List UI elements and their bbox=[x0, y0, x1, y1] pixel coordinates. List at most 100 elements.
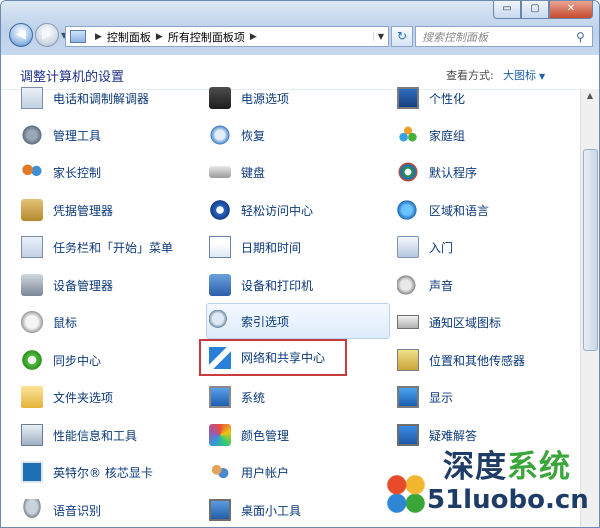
display-icon bbox=[397, 386, 419, 408]
breadcrumb-separator-icon[interactable]: ▶ bbox=[250, 32, 257, 42]
item-indexing-options[interactable]: 索引选项 bbox=[206, 303, 390, 339]
taskbar-icon bbox=[21, 236, 43, 258]
watermark-brand-part2: 系统 bbox=[507, 449, 571, 485]
item-ease-of-access[interactable]: 轻松访问中心 bbox=[209, 195, 389, 225]
item-speech-recognition[interactable]: 语音识别 bbox=[21, 495, 201, 525]
item-label: 声音 bbox=[429, 278, 454, 293]
item-parental-control[interactable]: 家长控制 bbox=[21, 157, 201, 187]
item-getting-started[interactable]: 入门 bbox=[397, 232, 577, 262]
item-performance[interactable]: 性能信息和工具 bbox=[21, 420, 201, 450]
indexing-options-icon bbox=[209, 310, 231, 332]
personalization-icon bbox=[397, 87, 419, 109]
item-mouse[interactable]: 鼠标 bbox=[21, 307, 201, 337]
chevron-down-icon[interactable]: ▼ bbox=[539, 72, 545, 81]
item-label: 区域和语言 bbox=[429, 203, 490, 218]
item-label: 个性化 bbox=[429, 91, 466, 106]
user-accounts-icon bbox=[209, 461, 231, 483]
item-notification-area[interactable]: 通知区域图标 bbox=[397, 307, 577, 337]
view-by-dropdown[interactable]: 大图标 ▼ bbox=[503, 67, 545, 83]
recovery-icon bbox=[209, 124, 231, 146]
system-icon bbox=[209, 386, 231, 408]
item-label: 网络和共享中心 bbox=[241, 351, 326, 365]
item-date-time[interactable]: 日期和时间 bbox=[209, 232, 389, 262]
item-default-programs[interactable]: 默认程序 bbox=[397, 157, 577, 187]
minimize-button[interactable]: ▭ bbox=[493, 1, 521, 19]
sync-center-icon bbox=[21, 349, 43, 371]
item-label: 性能信息和工具 bbox=[53, 428, 138, 443]
item-label: 索引选项 bbox=[241, 314, 290, 329]
intel-graphics-icon bbox=[21, 461, 43, 483]
item-label: 颜色管理 bbox=[241, 428, 290, 443]
search-input[interactable]: 搜索控制面板 bbox=[416, 29, 576, 45]
item-label: 家长控制 bbox=[53, 165, 102, 180]
power-options-icon bbox=[209, 87, 231, 109]
item-label: 日期和时间 bbox=[241, 240, 302, 255]
site-watermark: 深度系统 51luobo.cn bbox=[383, 441, 598, 525]
item-sound[interactable]: 声音 bbox=[397, 270, 577, 300]
title-bar: ▭ ▢ ✕ ◀ ▶ ▼ ▶ 控制面板 ▶ 所有控制面板项 ▶ ▼ ↻ 搜索控制面… bbox=[1, 1, 599, 55]
item-credential-manager[interactable]: 凭据管理器 bbox=[21, 195, 201, 225]
item-phone-modem[interactable]: 电话和调制解调器 bbox=[21, 83, 201, 113]
scroll-up-icon[interactable]: ▲ bbox=[581, 89, 599, 103]
address-bar[interactable]: ▶ 控制面板 ▶ 所有控制面板项 ▶ ▼ bbox=[65, 26, 389, 47]
item-label: 家庭组 bbox=[429, 128, 466, 143]
item-folder-options[interactable]: 文件夹选项 bbox=[21, 382, 201, 412]
view-by-label: 查看方式: bbox=[446, 69, 494, 82]
item-location-sensors[interactable]: 位置和其他传感器 bbox=[397, 345, 577, 375]
search-icon[interactable]: ⚲ bbox=[576, 30, 592, 44]
item-devices-printers[interactable]: 设备和打印机 bbox=[209, 270, 389, 300]
item-network-sharing[interactable]: 网络和共享中心 bbox=[199, 339, 347, 376]
item-label: 鼠标 bbox=[53, 315, 78, 330]
item-intel-graphics[interactable]: 英特尔® 核芯显卡 bbox=[21, 457, 201, 487]
item-label: 英特尔® 核芯显卡 bbox=[53, 465, 153, 480]
item-keyboard[interactable]: 键盘 bbox=[209, 157, 389, 187]
color-management-icon bbox=[209, 424, 231, 446]
breadcrumb-control-panel[interactable]: 控制面板 bbox=[107, 29, 151, 45]
scrollbar-thumb[interactable] bbox=[583, 149, 598, 351]
item-power-options[interactable]: 电源选项 bbox=[209, 83, 389, 113]
item-label: 显示 bbox=[429, 390, 454, 405]
item-taskbar-start[interactable]: 任务栏和「开始」菜单 bbox=[21, 232, 201, 262]
breadcrumb-separator-icon[interactable]: ▶ bbox=[95, 32, 102, 42]
close-button[interactable]: ✕ bbox=[549, 1, 593, 19]
item-recovery[interactable]: 恢复 bbox=[209, 120, 389, 150]
maximize-button[interactable]: ▢ bbox=[521, 1, 549, 19]
network-sharing-icon bbox=[209, 346, 231, 369]
item-label: 语音识别 bbox=[53, 503, 102, 518]
ease-of-access-icon bbox=[209, 199, 231, 221]
getting-started-icon bbox=[397, 236, 419, 258]
item-sync-center[interactable]: 同步中心 bbox=[21, 345, 201, 375]
forward-arrow-icon[interactable]: ▶ bbox=[35, 23, 59, 47]
device-manager-icon bbox=[21, 274, 43, 296]
default-programs-icon bbox=[397, 161, 419, 183]
item-label: 默认程序 bbox=[429, 165, 478, 180]
control-panel-folder-icon bbox=[70, 30, 86, 43]
performance-icon bbox=[21, 424, 43, 446]
search-box[interactable]: 搜索控制面板 ⚲ bbox=[415, 26, 593, 47]
item-personalization[interactable]: 个性化 bbox=[397, 83, 577, 113]
notification-area-icon bbox=[397, 315, 419, 329]
item-color-management[interactable]: 颜色管理 bbox=[209, 420, 389, 450]
item-device-manager[interactable]: 设备管理器 bbox=[21, 270, 201, 300]
item-label: 管理工具 bbox=[53, 128, 102, 143]
view-by-value[interactable]: 大图标 bbox=[503, 69, 536, 82]
item-system[interactable]: 系统 bbox=[209, 382, 389, 412]
back-arrow-icon[interactable]: ◀ bbox=[9, 23, 33, 47]
date-time-icon bbox=[209, 236, 231, 258]
item-region-language[interactable]: 区域和语言 bbox=[397, 195, 577, 225]
item-label: 入门 bbox=[429, 240, 454, 255]
item-display[interactable]: 显示 bbox=[397, 382, 577, 412]
item-label: 凭据管理器 bbox=[53, 203, 114, 218]
item-desktop-gadgets[interactable]: 桌面小工具 bbox=[209, 495, 389, 525]
item-homegroup[interactable]: 家庭组 bbox=[397, 120, 577, 150]
item-label: 电源选项 bbox=[241, 91, 290, 106]
item-user-accounts[interactable]: 用户帐户 bbox=[209, 457, 389, 487]
address-dropdown-icon[interactable]: ▼ bbox=[373, 32, 388, 41]
speech-recognition-icon bbox=[21, 499, 43, 521]
breadcrumb-all-items[interactable]: 所有控制面板项 bbox=[168, 29, 245, 45]
breadcrumb-separator-icon[interactable]: ▶ bbox=[156, 32, 163, 42]
item-admin-tools[interactable]: 管理工具 bbox=[21, 120, 201, 150]
refresh-button[interactable]: ↻ bbox=[391, 26, 413, 47]
mouse-icon bbox=[21, 311, 43, 333]
item-label: 任务栏和「开始」菜单 bbox=[53, 240, 174, 255]
